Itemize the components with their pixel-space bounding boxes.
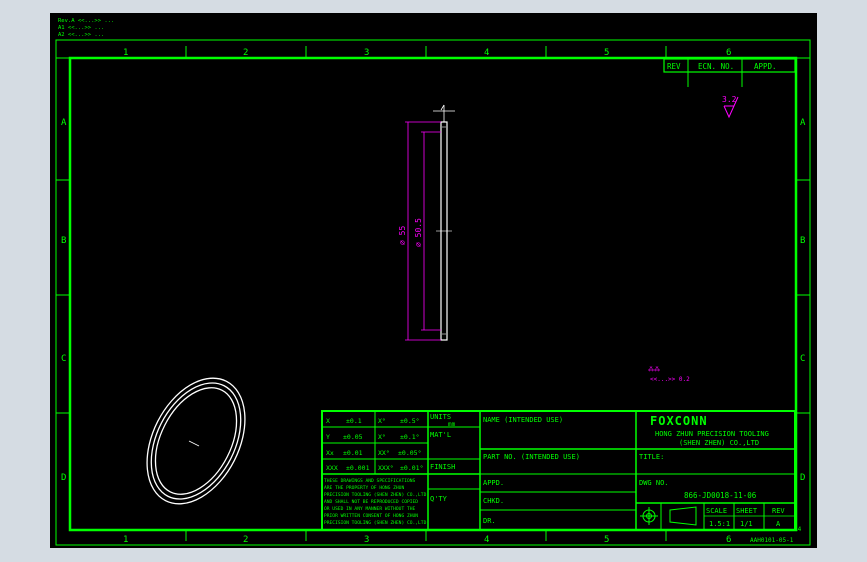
notice-line: PRECISION TOOLING (SHEN ZHEN) CO.,LTD (324, 492, 427, 498)
ecn-header: ECN. NO. (698, 62, 734, 71)
drawing-number: 866-JD0018-11-06 (684, 491, 757, 500)
tolerance-cell: X (326, 417, 330, 425)
row-label: B (61, 236, 66, 246)
chkd-label: CHKD. (483, 497, 504, 505)
company-block: FOXCONN HONG ZHUN PRECISION TOOLING (SHE… (639, 414, 769, 500)
notice-line: THESE DRAWINGS AND SPECIFICATIONS (324, 478, 416, 484)
notice-line: ARE THE PROPERTY OF HONG ZHUN (324, 485, 404, 491)
units-value: mm (448, 421, 456, 428)
rev-label: REV (772, 507, 785, 515)
row-label: D (800, 473, 805, 483)
part-no-label: PART NO. (INTENDED USE) (483, 453, 580, 461)
company-name-line: HONG ZHUN PRECISION TOOLING (655, 430, 769, 438)
column-label: 3 (364, 535, 369, 545)
column-labels: 1 2 3 4 5 6 1 2 3 4 5 6 (123, 48, 731, 545)
note-line: ⁂⁂ (648, 366, 660, 373)
tolerance-cell: ±0.01 (343, 449, 363, 457)
row-label: A (800, 118, 806, 128)
tolerance-cell: ±0.001 (346, 464, 370, 472)
notice-line: PRECISION TOOLING (SHEN ZHEN) CO.,LTD (324, 520, 427, 526)
appd-label: APPD. (483, 479, 504, 487)
revision-note-line: A1 <<...>> ... (58, 25, 104, 31)
tolerance-cell: XX° (378, 449, 390, 457)
notice-line: OR USED IN ANY MANNER WITHOUT THE (324, 506, 416, 512)
row-label: C (61, 354, 66, 364)
quantity-label: Q'TY (430, 495, 448, 503)
title-label: TITLE: (639, 453, 664, 461)
projection-symbol-icon (640, 506, 697, 526)
tolerance-cell: ±0.05° (398, 449, 421, 457)
company-name-line: (SHEN ZHEN) CO.,LTD (679, 439, 759, 447)
column-label: 2 (243, 48, 248, 58)
rev-header: REV (667, 62, 681, 71)
scale-sheet-rev: SCALE SHEET REV 1.5:1 1/1 A (706, 507, 785, 528)
tolerance-cell: ±0.1 (346, 417, 362, 425)
company-logo: FOXCONN (650, 414, 708, 428)
row-label: D (61, 473, 66, 483)
column-label: 1 (123, 48, 128, 58)
scale-value: 1.5:1 (709, 520, 730, 528)
tolerance-cell: Xx (326, 449, 334, 457)
inner-diameter-label: ⌀ 50.5 (414, 218, 423, 247)
column-label: 4 (484, 535, 489, 545)
column-label: 4 (484, 48, 489, 58)
part-isometric-view[interactable] (127, 362, 264, 520)
tolerance-cell: ±0.01° (400, 464, 423, 472)
tolerance-cell: X° (378, 433, 386, 441)
tolerance-cell: ±0.1° (400, 433, 420, 441)
revision-notes: Rev.A <<...>> ... A1 <<...>> ... A2 <<..… (58, 18, 114, 38)
paper-size-mark: A4 (794, 526, 802, 533)
form-number: AAH0101-05-1 (750, 537, 794, 544)
drawing-note: ⁂⁂ <<...>> 0.2 (648, 366, 690, 383)
tolerance-cell: XXX (326, 464, 338, 472)
part-side-view[interactable] (433, 104, 455, 341)
column-label: 6 (726, 535, 731, 545)
dr-label: DR. (483, 517, 496, 525)
rev-value: A (776, 520, 781, 528)
column-label: 5 (604, 48, 609, 58)
scale-label: SCALE (706, 507, 727, 515)
tolerance-cell: X° (378, 417, 386, 425)
cad-drawing-canvas[interactable]: Rev.A <<...>> ... A1 <<...>> ... A2 <<..… (50, 13, 817, 548)
tolerance-cell: ±0.05 (343, 433, 363, 441)
name-label: NAME (INTENDED USE) (483, 416, 563, 424)
outer-diameter-label: ⌀ 55 (398, 226, 407, 245)
row-label: B (800, 236, 805, 246)
tolerance-cell: XXX° (378, 464, 394, 472)
revision-note-line: A2 <<...>> ... (58, 32, 104, 38)
units-label: UNITS (430, 413, 451, 421)
revision-note-line: Rev.A <<...>> ... (58, 18, 114, 24)
row-label: C (800, 354, 805, 364)
surface-finish-value: 3.2 (722, 95, 737, 104)
proprietary-notice: THESE DRAWINGS AND SPECIFICATIONS ARE TH… (324, 478, 427, 526)
tolerance-cell: Y (326, 433, 330, 441)
diameter-dimensions (405, 121, 441, 341)
finish-label: FINISH (430, 463, 455, 471)
dwg-no-label: DWG NO. (639, 479, 669, 487)
sheet-label: SHEET (736, 507, 758, 515)
column-label: 5 (604, 535, 609, 545)
row-label: A (61, 118, 67, 128)
revision-block: REV ECN. NO. APPD. (663, 58, 796, 87)
name-column: NAME (INTENDED USE) PART NO. (INTENDED U… (483, 416, 580, 525)
sheet-value: 1/1 (740, 520, 753, 528)
tolerance-cell: ±0.5° (400, 417, 420, 425)
column-label: 2 (243, 535, 248, 545)
notice-line: PRIOR WRITTEN CONSENT OF HONG ZHUN (324, 513, 418, 519)
material-label: MAT'L (430, 431, 451, 439)
column-label: 3 (364, 48, 369, 58)
appd-header: APPD. (754, 62, 777, 71)
notice-line: AND SHALL NOT BE REPRODUCED COPIED (324, 499, 418, 505)
surface-finish-symbol: 3.2 (722, 95, 739, 119)
column-label: 1 (123, 535, 128, 545)
column-label: 6 (726, 48, 731, 58)
drawing-sheet: Rev.A <<...>> ... A1 <<...>> ... A2 <<..… (55, 18, 811, 546)
note-line: <<...>> 0.2 (650, 376, 690, 383)
row-labels: A B C D A B C D (61, 118, 806, 483)
